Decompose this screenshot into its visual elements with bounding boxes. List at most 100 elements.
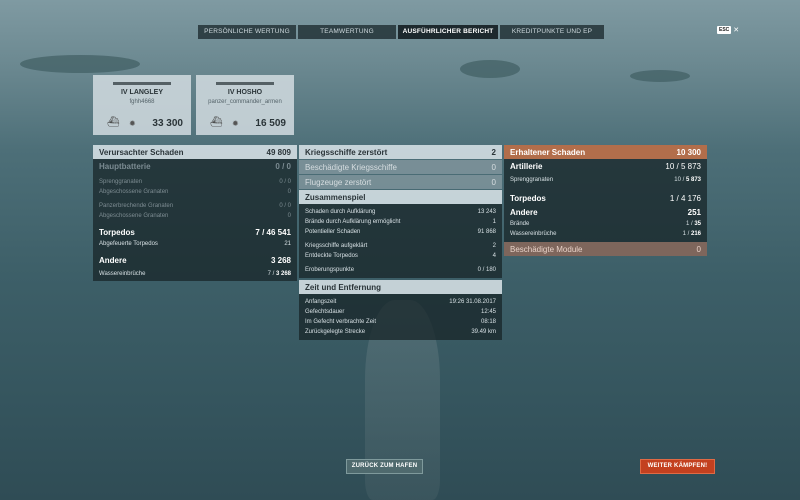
other-label: Andere [510,207,538,217]
damage-dealt-panel: Verursachter Schaden 49 809 Hauptbatteri… [93,145,297,281]
stat-label: Sprenggranaten [510,177,554,183]
medal-icon: ✹ [129,119,136,128]
damage-dealt-header: Verursachter Schaden 49 809 [93,145,297,159]
time-distance-header: Zeit und Entfernung [299,280,502,294]
ships-damaged-label: Beschädigte Kriegsschiffe [305,162,397,172]
ship-silhouette [113,82,171,85]
teamwork-header: Zusammenspiel [299,190,502,204]
stat-label: Abgeschossene Granaten [99,213,169,219]
stat-line: Zurückgelegte Strecke 39.49 km [305,329,496,335]
stat-label: Panzerbrechende Granaten [99,203,174,209]
damage-dealt-body: Hauptbatterie 0 / 0 Sprenggranaten 0 / 0… [93,159,297,281]
stat-value: 1 / 35 [685,221,701,227]
stat-value: 21 [284,241,291,247]
torpedos-value: 1 / 4 176 [669,193,701,203]
time-distance-body: Anfangszeit 19:26 31.08.2017 Gefechtsdaue… [299,294,502,340]
stat-line: Wassereinbrüche 1 / 216 [504,229,707,239]
stat-line: Gefechtsdauer 12:45 [305,309,496,315]
stat-label: Abgefeuerte Torpedos [99,241,158,247]
report-tabs: Persönliche Wertung Teamwertung Ausführl… [198,25,606,39]
stat-line: Brände durch Aufklärung ermöglicht 1 [305,219,496,225]
player-name: panzer_commander_armen [208,99,282,105]
stat-line: Schaden durch Aufklärung 13 243 [305,209,496,215]
tab-team-score[interactable]: Teamwertung [298,25,396,39]
stat-line: Abgeschossene Granaten 0 [93,187,297,197]
tab-personal-score[interactable]: Persönliche Wertung [198,25,296,39]
damage-received-body: Artillerie 10 / 5 873 Sprenggranaten 10 … [504,159,707,242]
tab-detailed-report[interactable]: Ausführlicher Bericht [398,25,498,39]
stat-value: 7 / 3 268 [267,271,291,277]
background-island [460,60,520,78]
back-to-harbor-button[interactable]: Zurück zum Hafen [346,459,423,474]
damage-dealt-value: 49 809 [266,147,291,157]
teamwork-label: Zusammenspiel [305,192,366,202]
ship-name: IV LANGLEY [120,89,163,96]
damage-received-label: Erhaltener Schaden [510,147,586,157]
other-value: 251 [687,207,701,217]
stat-value: 1 / 216 [682,231,701,237]
artillery-label: Artillerie [510,161,543,171]
stat-value: 0 [287,213,291,219]
stat-label: Sprenggranaten [99,179,143,185]
tab-credits-xp[interactable]: Kreditpunkte und EP [500,25,604,39]
stat-value: 0 / 0 [279,203,291,209]
background-island [630,70,690,82]
main-battery-value: 0 / 0 [275,161,291,171]
ships-damaged-row: Beschädigte Kriegsschiffe 0 [299,160,502,174]
main-battery-row: Hauptbatterie 0 / 0 [93,159,297,173]
summary-panel: Kriegsschiffe zerstört 2 Beschädigte Kri… [299,145,502,340]
ship-card-hosho[interactable]: IV HOSHO panzer_commander_armen ⛴ ✹ 16 5… [196,75,294,135]
continue-battle-button[interactable]: Weiter kämpfen! [640,459,715,474]
stat-line: Wassereinbrüche 7 / 3 268 [93,267,297,281]
stat-value: 0 / 0 [279,179,291,185]
damage-dealt-label: Verursachter Schaden [99,147,184,157]
medal-icon: ✹ [232,119,239,128]
torpedos-label: Torpedos [99,227,135,237]
time-distance-label: Zeit und Entfernung [305,282,381,292]
stat-label: Wassereinbrüche [510,231,557,237]
other-row: Andere 251 [504,205,707,219]
teamwork-body: Schaden durch Aufklärung 13 243 Brände du… [299,204,502,278]
stat-value: 10 / 5 873 [674,177,701,183]
ship-score: 33 300 [152,118,183,129]
torpedos-label: Torpedos [510,193,546,203]
background-island [20,55,140,73]
ship-card-langley[interactable]: IV LANGLEY fghh4668 ⛴ ✹ 33 300 [93,75,191,135]
planes-destroyed-value: 0 [491,177,496,187]
stat-line: Im Gefecht verbrachte Zeit 08:18 [305,319,496,325]
planes-destroyed-label: Flugzeuge zerstört [305,177,372,187]
damaged-modules-value: 0 [696,244,701,254]
stat-line: Abgefeuerte Torpedos 21 [93,239,297,249]
ships-damaged-value: 0 [491,162,496,172]
stat-line: Abgeschossene Granaten 0 [93,211,297,221]
stat-value: 0 [287,189,291,195]
other-value: 3 268 [270,255,291,265]
torpedos-value: 7 / 46 541 [255,227,291,237]
esc-key-badge: ESC [717,26,732,34]
stat-line: Panzerbrechende Granaten 0 / 0 [93,201,297,211]
stat-line: Brände 1 / 35 [504,219,707,229]
damage-received-header: Erhaltener Schaden 10 300 [504,145,707,159]
stat-line: Sprenggranaten 10 / 5 873 [504,173,707,187]
stat-label: Brände [510,221,530,227]
stat-line: Entdeckte Torpedos 4 [305,253,496,259]
ship-icon: ⛴ [107,117,120,128]
artillery-row: Artillerie 10 / 5 873 [504,159,707,173]
close-icon[interactable]: ✕ [733,26,739,34]
other-row: Andere 3 268 [93,253,297,267]
ship-score: 16 509 [255,118,286,129]
stat-line: Anfangszeit 19:26 31.08.2017 [305,299,496,305]
ships-destroyed-value: 2 [491,147,496,157]
stat-line: Kriegsschiffe aufgeklärt 2 [305,243,496,249]
stat-line: Potentieller Schaden 91 868 [305,229,496,235]
close-control[interactable]: ESC ✕ [717,26,739,34]
torpedos-row: Torpedos 7 / 46 541 [93,225,297,239]
ship-silhouette [216,82,274,85]
stat-line: Sprenggranaten 0 / 0 [93,177,297,187]
ships-destroyed-row: Kriegsschiffe zerstört 2 [299,145,502,159]
damage-received-panel: Erhaltener Schaden 10 300 Artillerie 10 … [504,145,707,256]
ship-name: IV HOSHO [227,89,263,96]
other-label: Andere [99,255,127,265]
damage-received-value: 10 300 [676,147,701,157]
stat-label: Abgeschossene Granaten [99,189,169,195]
